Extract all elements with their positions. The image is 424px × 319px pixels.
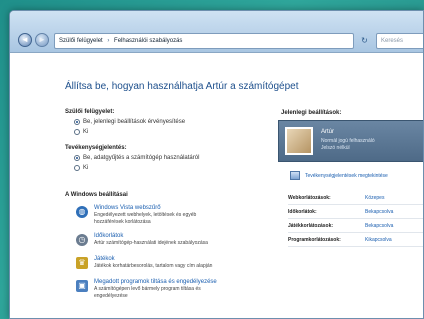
refresh-icon[interactable]: ↻ bbox=[358, 34, 371, 48]
web-filter-description: Engedélyezett webhelyek, letöltések és e… bbox=[94, 212, 197, 218]
settings-summary: Webkorlátozások: Közepes Időkorlátok: Be… bbox=[288, 191, 423, 247]
main-content: Állítsa be, hogyan használhatja Artúr a … bbox=[10, 53, 423, 318]
radio-button[interactable] bbox=[74, 129, 80, 135]
games-link[interactable]: ♛ Játékok Játékok korhatárbesorolás, tar… bbox=[76, 256, 212, 269]
user-password-status: Jelszó nélkül bbox=[321, 145, 350, 151]
summary-row: Időkorlátok: Bekapcsolva bbox=[288, 205, 423, 219]
time-limits-link[interactable]: ◷ Időkorlátok Artúr számítógép-használat… bbox=[76, 233, 208, 246]
page-title: Állítsa be, hogyan használhatja Artúr a … bbox=[65, 81, 299, 92]
avatar bbox=[285, 127, 313, 155]
summary-value[interactable]: Bekapcsolva bbox=[365, 209, 393, 215]
games-description: Játékok korhatárbesorolás, tartalom vagy… bbox=[94, 263, 213, 269]
back-button[interactable]: ◄ bbox=[18, 33, 32, 47]
radio-button[interactable] bbox=[74, 165, 80, 171]
summary-key: Webkorlátozások: bbox=[288, 194, 331, 201]
parental-controls-label: Szülői felügyelet: bbox=[65, 109, 115, 115]
forward-button[interactable]: ► bbox=[35, 33, 49, 47]
program-limits-link[interactable]: ▣ Megadott programok tiltása és engedély… bbox=[76, 279, 217, 299]
user-account-type: Normál jogú felhasználó Jelszó nélkül bbox=[321, 138, 421, 152]
time-limits-description: Artúr számítógép-használati idejének sza… bbox=[94, 240, 208, 246]
summary-value[interactable]: Kikapcsolva bbox=[365, 237, 392, 243]
web-filter-description-2: hozzáférések korlátozása bbox=[94, 219, 151, 225]
search-input[interactable]: Keresés bbox=[376, 33, 423, 49]
trophy-icon: ♛ bbox=[76, 257, 88, 269]
control-panel-window: ◄ ► Szülői felügyelet › Felhasználói sza… bbox=[9, 10, 424, 319]
option-label: Ki bbox=[83, 165, 89, 171]
summary-row: Játékkorlátozások: Bekapcsolva bbox=[288, 219, 423, 233]
summary-key: Játékkorlátozások: bbox=[288, 222, 334, 229]
program-limits-description: A számítógépen levő bármely program tilt… bbox=[94, 286, 201, 292]
clock-icon: ◷ bbox=[76, 234, 88, 246]
summary-row: Webkorlátozások: Közepes bbox=[288, 191, 423, 205]
web-filter-title[interactable]: Windows Vista webszűrő bbox=[94, 205, 196, 211]
program-icon: ▣ bbox=[76, 280, 88, 292]
user-account-type-line: Normál jogú felhasználó bbox=[321, 138, 375, 144]
summary-value[interactable]: Közepes bbox=[365, 195, 384, 201]
activity-reporting-label: Tevékenységjelentés: bbox=[65, 145, 127, 151]
activity-reporting-off-option[interactable]: Ki bbox=[74, 165, 88, 171]
window-chrome: ◄ ► Szülői felügyelet › Felhasználói sza… bbox=[10, 11, 423, 53]
program-limits-description-2: engedélyezése bbox=[94, 293, 128, 299]
globe-icon: ◍ bbox=[76, 206, 88, 218]
games-title[interactable]: Játékok bbox=[94, 256, 212, 262]
option-label: Be, adatgyűjtés a számítógép használatár… bbox=[83, 155, 200, 161]
parental-controls-off-option[interactable]: Ki bbox=[74, 129, 88, 135]
activity-reporting-on-option[interactable]: Be, adatgyűjtés a számítógép használatár… bbox=[74, 155, 199, 161]
summary-value[interactable]: Bekapcsolva bbox=[365, 223, 393, 229]
program-limits-title[interactable]: Megadott programok tiltása és engedélyez… bbox=[94, 279, 217, 285]
summary-row: Programkorlátozások: Kikapcsolva bbox=[288, 233, 423, 247]
time-limits-title[interactable]: Időkorlátok bbox=[94, 233, 208, 239]
user-name: Artúr bbox=[321, 129, 335, 135]
breadcrumb-separator: › bbox=[107, 38, 110, 44]
current-settings-heading: Jelenlegi beállítások: bbox=[281, 110, 342, 116]
view-activity-reports-label[interactable]: Tevékenységjelentések megtekintése bbox=[305, 173, 388, 179]
report-icon bbox=[290, 171, 300, 180]
option-label: Ki bbox=[83, 129, 89, 135]
breadcrumb-parental-controls[interactable]: Szülői felügyelet bbox=[59, 38, 103, 44]
breadcrumb-user-controls[interactable]: Felhasználói szabályozás bbox=[114, 38, 182, 44]
view-activity-reports-link[interactable]: Tevékenységjelentések megtekintése bbox=[290, 171, 388, 180]
option-label: Be, jelenlegi beállítások érvényesítése bbox=[83, 119, 186, 125]
windows-settings-label: A Windows beállításai bbox=[65, 192, 128, 198]
parental-controls-on-option[interactable]: Be, jelenlegi beállítások érvényesítése bbox=[74, 119, 185, 125]
radio-button[interactable] bbox=[74, 119, 80, 125]
radio-button[interactable] bbox=[74, 155, 80, 161]
summary-key: Időkorlátok: bbox=[288, 208, 317, 215]
web-filter-link[interactable]: ◍ Windows Vista webszűrő Engedélyezett w… bbox=[76, 205, 196, 225]
user-card: Artúr Normál jogú felhasználó Jelszó nél… bbox=[278, 120, 423, 162]
address-bar[interactable]: Szülői felügyelet › Felhasználói szabály… bbox=[54, 33, 354, 49]
summary-key: Programkorlátozások: bbox=[288, 236, 341, 243]
